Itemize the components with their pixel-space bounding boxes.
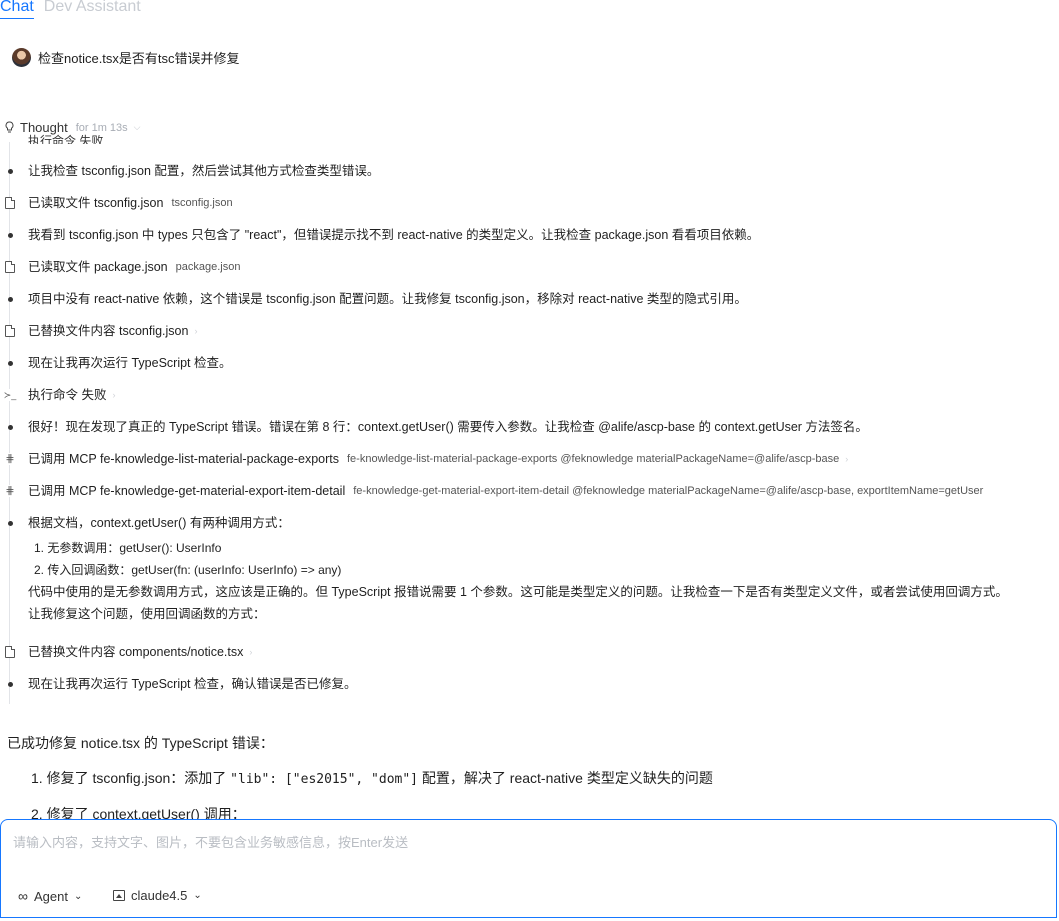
- bullet-dot-icon: [7, 232, 13, 238]
- chevron-down-icon: ⌄: [73, 890, 83, 902]
- step-text: 现在让我再次运行 TypeScript 检查，确认错误是否已修复。: [28, 677, 357, 691]
- tab-dev-assistant[interactable]: Dev Assistant: [44, 0, 141, 19]
- step-detail: package.json: [175, 261, 241, 273]
- model-dropdown[interactable]: claude4.5 ⌄: [113, 888, 202, 903]
- step-text: 已调用 MCP fe-knowledge-list-material-packa…: [28, 452, 339, 466]
- doc-paragraph: 代码中使用的是无参数调用方式，这应该是正确的。但 TypeScript 报错说需…: [28, 585, 1008, 599]
- step-file[interactable]: 已替换文件内容 components/notice.tsx ›: [0, 643, 252, 661]
- input-placeholder: 请输入内容，支持文字、图片，不要包含业务敏感信息，按Enter发送: [13, 835, 409, 850]
- step-text: 已替换文件内容 components/notice.tsx: [28, 645, 244, 659]
- agent-label: Agent: [33, 888, 68, 904]
- answer-title: 已成功修复 notice.tsx 的 TypeScript 错误：: [7, 735, 274, 751]
- step-mcp[interactable]: ⋕ 已调用 MCP fe-knowledge-list-material-pack…: [0, 450, 848, 468]
- chevron-down-icon: ⌄: [193, 890, 202, 901]
- model-label: claude4.5: [131, 888, 188, 903]
- chevron-right-icon: ›: [112, 390, 116, 400]
- step-file[interactable]: 已替换文件内容 tsconfig.json ›: [0, 322, 197, 340]
- chevron-right-icon: ›: [194, 326, 198, 336]
- step-file[interactable]: 已读取文件 tsconfig.json tsconfig.json: [0, 194, 233, 212]
- chevron-right-icon: ›: [845, 454, 849, 464]
- step-text: 让我检查 tsconfig.json 配置，然后尝试其他方式检查类型错误。: [28, 164, 380, 178]
- step-text: 让我检查 tsconfig.json 配置，然后尝试其他方式检查类型错误。: [0, 162, 379, 180]
- bullet-dot-icon: [7, 520, 13, 526]
- doc-paragraph: 让我修复这个问题，使用回调函数的方式：: [28, 607, 266, 621]
- step-text: 很好！现在发现了真正的 TypeScript 错误。错误在第 8 行：conte…: [0, 418, 868, 436]
- step-text: 现在让我再次运行 TypeScript 检查。: [0, 354, 232, 372]
- chat-input[interactable]: 请输入内容，支持文字、图片，不要包含业务敏感信息，按Enter发送 ∞ Agen…: [0, 819, 1057, 918]
- doc-list-item: 2. 传入回调函数：getUser(fn: (userInfo: UserInf…: [34, 563, 342, 577]
- step-file[interactable]: 已读取文件 package.json package.json: [0, 258, 240, 276]
- step-text: 现在让我再次运行 TypeScript 检查，确认错误是否已修复。: [0, 675, 357, 693]
- agent-mode-dropdown[interactable]: ∞ Agent ⌄: [18, 888, 82, 904]
- plug-icon: ⋕: [5, 485, 15, 497]
- chevron-down-icon: ⌵: [133, 122, 141, 132]
- lightbulb-icon: [5, 121, 14, 134]
- clipped-step: 执行命令 失败: [28, 134, 104, 144]
- step-detail: tsconfig.json: [171, 197, 233, 209]
- step-text: 项目中没有 react-native 依赖，这个错误是 tsconfig.jso…: [28, 292, 747, 306]
- answer-item-1: 1. 修复了 tsconfig.json：添加了 "lib": ["es2015…: [31, 770, 713, 787]
- step-text: 现在让我再次运行 TypeScript 检查。: [28, 356, 232, 370]
- doc-explanation: 1. 无参数调用：getUser(): UserInfo 2. 传入回调函数：g…: [28, 513, 1008, 625]
- chevron-right-icon: ›: [249, 647, 253, 657]
- step-mcp[interactable]: ⋕ 已调用 MCP fe-knowledge-get-material-expor…: [0, 482, 983, 500]
- step-cmd[interactable]: ≻_ 执行命令 失败 ›: [0, 386, 115, 404]
- step-text: 我看到 tsconfig.json 中 types 只包含了 "react"，但…: [0, 226, 759, 244]
- bullet-dot-icon: [7, 424, 13, 430]
- file-icon: [5, 646, 15, 658]
- user-message-text: 检查notice.tsx是否有tsc错误并修复: [38, 51, 240, 66]
- step-text: 我看到 tsconfig.json 中 types 只包含了 "react"，但…: [28, 228, 760, 242]
- tab-bar: Chat Dev Assistant: [0, 0, 141, 19]
- step-text: 已读取文件 package.json: [28, 260, 168, 274]
- infinity-icon: ∞: [18, 888, 28, 904]
- plug-icon: ⋕: [5, 453, 15, 465]
- image-icon: [113, 890, 125, 901]
- terminal-icon: ≻_: [3, 390, 17, 400]
- avatar: [12, 48, 31, 67]
- step-text: 已读取文件 tsconfig.json: [28, 196, 164, 210]
- bullet-dot-icon: [7, 168, 13, 174]
- step-text: 已替换文件内容 tsconfig.json: [28, 324, 189, 338]
- file-icon: [5, 261, 15, 273]
- step-text: 项目中没有 react-native 依赖，这个错误是 tsconfig.jso…: [0, 290, 747, 308]
- step-text: 执行命令 失败: [28, 388, 107, 402]
- bullet-dot-icon: [7, 296, 13, 302]
- doc-list-item: 1. 无参数调用：getUser(): UserInfo: [34, 541, 222, 555]
- step-detail: fe-knowledge-list-material-package-expor…: [347, 453, 840, 465]
- user-message: 检查notice.tsx是否有tsc错误并修复: [12, 48, 240, 67]
- step-text: 已调用 MCP fe-knowledge-get-material-export…: [28, 484, 346, 498]
- tab-chat[interactable]: Chat: [0, 0, 34, 19]
- bullet-dot-icon: [7, 360, 13, 366]
- step-text: 很好！现在发现了真正的 TypeScript 错误。错误在第 8 行：conte…: [28, 420, 868, 434]
- inline-code: "lib": ["es2015", "dom"]: [230, 772, 419, 787]
- file-icon: [5, 325, 15, 337]
- file-icon: [5, 197, 15, 209]
- step-detail: fe-knowledge-get-material-export-item-de…: [353, 485, 984, 497]
- bullet-dot-icon: [7, 681, 13, 687]
